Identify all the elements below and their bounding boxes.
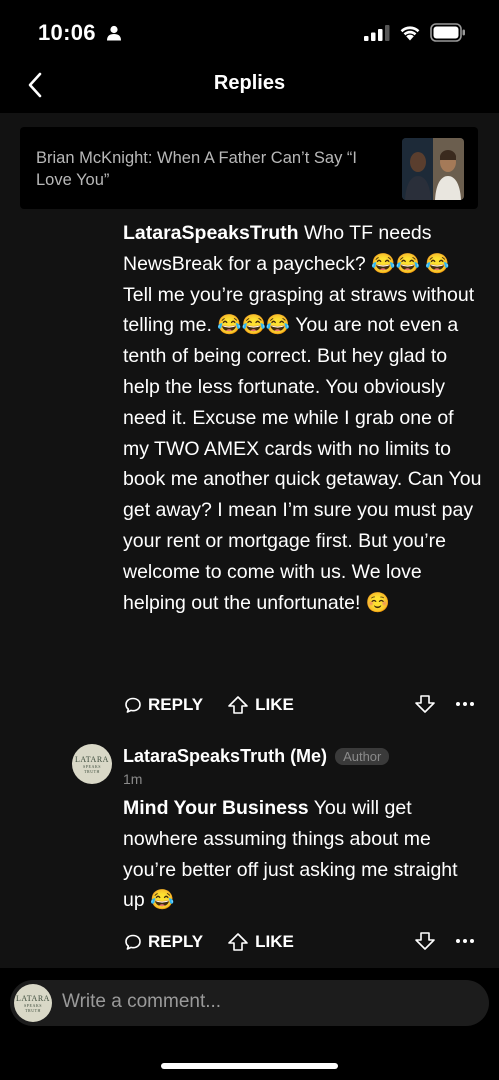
reply-label: REPLY [148, 932, 204, 951]
reply-body: Mind Your Business You will get nowhere … [123, 793, 483, 916]
article-card[interactable]: Brian McKnight: When A Father Can’t Say … [20, 127, 478, 209]
like-button[interactable]: LIKE [227, 932, 294, 952]
comment-actions: REPLY LIKE [124, 692, 294, 718]
like-label: LIKE [255, 932, 294, 951]
comment-author[interactable]: LataraSpeaksTruth [123, 222, 299, 244]
reply-actions: REPLY LIKE [124, 929, 294, 955]
home-indicator[interactable] [161, 1063, 338, 1069]
reply-author[interactable]: LataraSpeaksTruth (Me) [123, 746, 327, 767]
battery-icon [430, 23, 465, 42]
composer-avatar: LATARA SPEAKS TRUTH [14, 984, 52, 1022]
article-title: Brian McKnight: When A Father Can’t Say … [36, 149, 357, 189]
more-options-icon[interactable] [455, 700, 475, 708]
more-options-icon[interactable] [455, 937, 475, 945]
page-title: Replies [213, 72, 286, 94]
cellular-signal-icon [364, 25, 390, 41]
upvote-arrow-icon [228, 933, 248, 951]
wifi-icon [400, 26, 420, 41]
reply-mention[interactable]: Mind Your Business [123, 797, 309, 819]
person-icon [107, 25, 121, 41]
comment-text: Who TF needs NewsBreak for a paycheck? 😂… [123, 222, 482, 614]
reply-header: LataraSpeaksTruth (Me) Author [123, 746, 390, 767]
article-thumbnail [402, 138, 464, 200]
avatar[interactable]: LATARA SPEAKS TRUTH [72, 744, 112, 784]
avatar-text: LATARA [16, 993, 50, 1003]
reply-timestamp: 1m [123, 771, 143, 787]
upvote-arrow-icon [228, 696, 248, 714]
avatar-text-3: TRUTH [84, 768, 100, 774]
avatar-text: LATARA [75, 754, 109, 764]
speech-bubble-icon [125, 934, 141, 950]
downvote-arrow-icon[interactable] [414, 931, 436, 951]
comment-body: LataraSpeaksTruth Who TF needs NewsBreak… [123, 218, 483, 618]
like-button[interactable]: LIKE [227, 695, 294, 715]
downvote-arrow-icon[interactable] [414, 694, 436, 714]
author-badge: Author [335, 748, 390, 765]
comment-composer[interactable]: LATARA SPEAKS TRUTH Write a comment... [10, 980, 489, 1026]
avatar-text-3: TRUTH [25, 1007, 41, 1013]
status-time: 10:06 [38, 20, 96, 45]
reply-button[interactable]: REPLY [124, 695, 203, 715]
speech-bubble-icon [125, 697, 141, 713]
reply-button[interactable]: REPLY [124, 932, 203, 952]
comment-input[interactable]: Write a comment... [62, 991, 221, 1013]
like-label: LIKE [255, 695, 294, 714]
reply-label: REPLY [148, 695, 204, 714]
